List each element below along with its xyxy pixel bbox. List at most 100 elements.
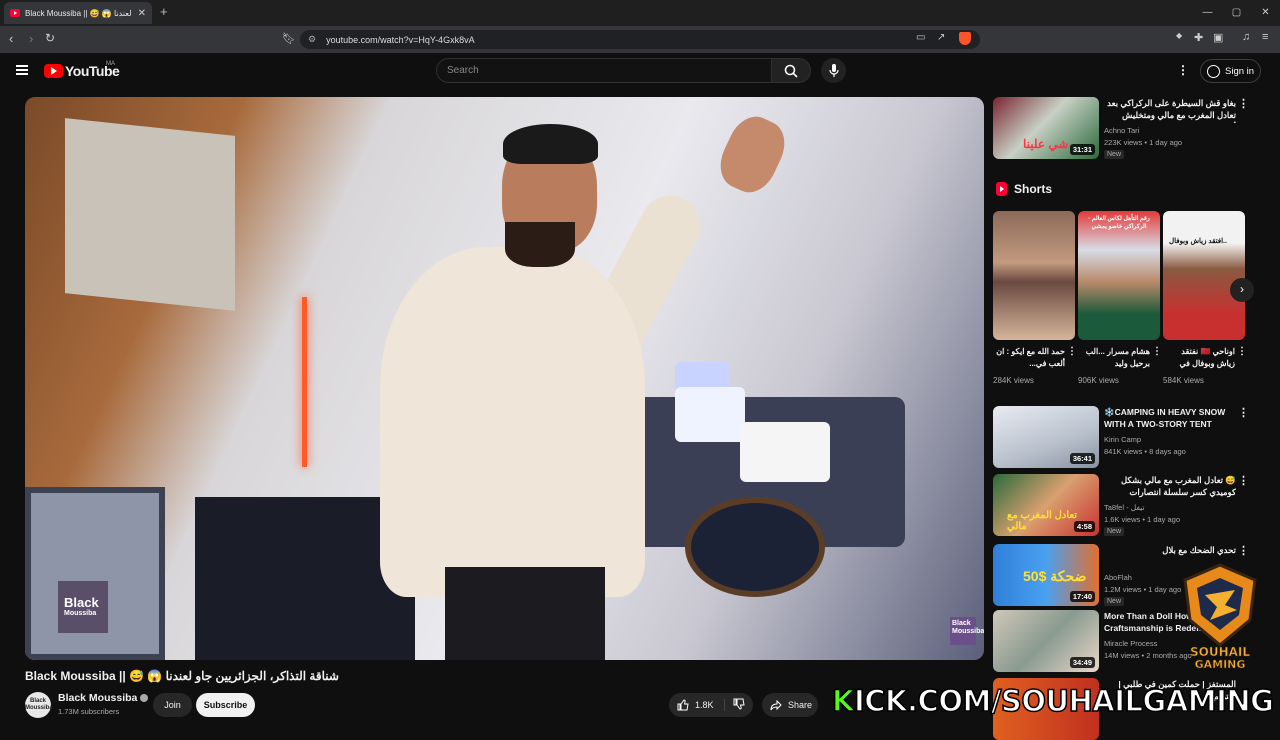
video-duration: 34:49 [1069, 657, 1095, 668]
join-button[interactable]: Join [153, 693, 192, 717]
related-channel[interactable]: Ta8fel - تيفل [1104, 503, 1145, 512]
video-duration: 31:31 [1069, 144, 1095, 155]
bookmark-icon[interactable]: 🔖︎ [282, 32, 296, 45]
settings-kebab-icon[interactable]: ⋮ [1177, 63, 1189, 77]
thumbs-up-icon [677, 699, 689, 711]
short-thumbnail[interactable]: رقم التأهل لكاس العالم · الركراكي خاصو ي… [1078, 211, 1160, 340]
site-info-icon[interactable]: ⚙ [308, 34, 316, 45]
channel-watermark: Black Moussiba [58, 581, 108, 633]
video-thumbnail[interactable]: 34:49 [993, 610, 1099, 672]
close-tab-icon[interactable]: ✕ [138, 8, 146, 19]
share-page-icon[interactable]: ↗ [937, 32, 945, 43]
search-input[interactable]: Search [436, 58, 772, 83]
url-field[interactable]: ⚙ youtube.com/watch?v=HqY-4Gxk8vA [300, 30, 980, 49]
logo-brand-line2: GAMING [1195, 658, 1246, 670]
new-tab-button[interactable]: + [160, 4, 168, 19]
hand [711, 108, 794, 201]
sidebar-icon[interactable]: ▣ [1213, 31, 1223, 44]
photo-board [65, 118, 235, 311]
short-item[interactable]: افتقد زياش وبوفال.. اوناحي 🇲🇦 نفتقد زياش… [1163, 211, 1247, 385]
back-icon[interactable]: ‹ [9, 31, 13, 46]
minimize-button[interactable]: — [1193, 0, 1222, 26]
brave-shield-icon[interactable] [959, 32, 971, 45]
short-title[interactable]: اوناحي 🇲🇦 نفتقد زياش وبوفال في [1163, 346, 1235, 370]
short-thumbnail[interactable] [993, 211, 1075, 340]
more-actions-icon[interactable]: ⋮ [1238, 97, 1249, 110]
related-video-title[interactable]: 😅 تعادل المغرب مع مالي بشكل كوميدي كسر س… [1104, 474, 1236, 500]
more-actions-icon[interactable]: ⋮ [1238, 544, 1249, 557]
related-video[interactable]: تعادل المغرب مع مالي 4:58 😅 تعادل المغرب… [993, 474, 1255, 538]
related-video-title[interactable]: ❄️CAMPING IN HEAVY SNOW WITH A TWO-STORY… [1104, 406, 1236, 430]
short-more-icon[interactable]: ⋮ [1067, 346, 1077, 357]
new-badge: New [1104, 527, 1125, 536]
cast-icon[interactable]: ▭ [916, 32, 925, 43]
extensions-icon[interactable]: ✚ [1194, 31, 1203, 44]
corner-channel-badge[interactable]: Black Moussiba [950, 617, 984, 645]
channel-avatar[interactable]: Black Moussiba [25, 692, 53, 718]
shorts-icon [996, 182, 1007, 196]
subscribe-button[interactable]: Subscribe [196, 693, 255, 717]
related-meta: 1.6K views • 1 day ago [1104, 515, 1181, 524]
video-duration: 17:40 [1069, 591, 1095, 602]
related-meta: 1.2M views • 1 day ago [1104, 585, 1182, 594]
short-title[interactable]: حمد الله مع ايكو : ان ألعب في... [993, 346, 1065, 370]
side-table [685, 497, 825, 597]
media-icon[interactable]: ♫ [1242, 31, 1250, 43]
video-duration: 4:58 [1073, 521, 1095, 532]
menu-icon[interactable]: ≡ [1262, 31, 1268, 43]
close-window-button[interactable]: ✕ [1251, 0, 1280, 26]
related-channel[interactable]: AboFlah [1104, 573, 1132, 582]
related-channel[interactable]: Kirin Camp [1104, 435, 1141, 444]
like-count: 1.8K [695, 700, 714, 710]
related-video[interactable]: 36:41 ❄️CAMPING IN HEAVY SNOW WITH A TWO… [993, 406, 1255, 470]
short-thumb-text: افتقد زياش وبوفال.. [1169, 238, 1227, 245]
short-more-icon[interactable]: ⋮ [1152, 346, 1162, 357]
video-thumbnail[interactable]: تعادل المغرب مع مالي 4:58 [993, 474, 1099, 536]
pants [445, 567, 605, 660]
watermark-line2: Moussiba [64, 610, 97, 617]
search-button[interactable] [771, 58, 811, 83]
related-video[interactable]: شي علينا 31:31 بغاو قش السيطرة على الركر… [993, 97, 1255, 161]
voice-search-button[interactable] [821, 58, 846, 83]
forward-icon[interactable]: › [29, 31, 33, 46]
sign-in-button[interactable]: Sign in [1200, 59, 1261, 83]
browser-tab[interactable]: Black Moussiba || 😅 😱 لعندنا ✕ [4, 2, 152, 24]
browser-tab-bar: Black Moussiba || 😅 😱 لعندنا ✕ + — ▢ ✕ [0, 0, 1280, 26]
related-channel[interactable]: Achno Tari [1104, 126, 1139, 135]
video-thumbnail[interactable]: 36:41 [993, 406, 1099, 468]
related-meta: 223K views • 1 day ago [1104, 138, 1183, 147]
kick-channel-overlay: KICK.COM/SOUHAILGAMING [831, 683, 1274, 719]
related-meta: 841K views • 8 days ago [1104, 447, 1186, 456]
related-channel[interactable]: Miracle Process [1104, 639, 1157, 648]
shorts-heading: Shorts [996, 182, 1052, 196]
share-button[interactable]: Share [762, 693, 818, 717]
shorts-next-button[interactable]: › [1230, 278, 1254, 302]
video-title: Black Moussiba || 😅 😱 شناقة التذاكر، الج… [25, 669, 339, 683]
youtube-logo[interactable]: YouTube MA [44, 61, 120, 79]
short-item[interactable]: رقم التأهل لكاس العالم · الركراكي خاصو ي… [1078, 211, 1162, 385]
video-player[interactable]: Black Moussiba Black Moussiba [25, 97, 984, 660]
kick-url: ICK.COM/SOUHAILGAMING [853, 683, 1274, 719]
short-more-icon[interactable]: ⋮ [1237, 346, 1247, 357]
channel-name[interactable]: Black Moussiba [58, 692, 149, 704]
subscriber-count: 1.73M subscribers [58, 707, 120, 716]
url-text: youtube.com/watch?v=HqY-4Gxk8vA [326, 34, 475, 45]
led-lamp [302, 297, 307, 467]
video-thumbnail[interactable]: ضحكة $50 17:40 [993, 544, 1099, 606]
hamburger-menu-icon[interactable] [16, 65, 28, 75]
short-item[interactable]: حمد الله مع ايكو : ان ألعب في... ⋮ 284K … [993, 211, 1077, 385]
more-actions-icon[interactable]: ⋮ [1238, 474, 1249, 487]
wallet-icon[interactable]: ◆ [1176, 31, 1182, 40]
related-video-title[interactable]: بغاو قش السيطرة على الركراكي بعد تعادل ا… [1104, 97, 1236, 123]
more-actions-icon[interactable]: ⋮ [1238, 406, 1249, 419]
dislike-button[interactable] [725, 698, 745, 712]
like-button[interactable]: 1.8K [669, 699, 725, 711]
maximize-button[interactable]: ▢ [1222, 0, 1251, 26]
short-views: 906K views [1078, 376, 1119, 385]
youtube-play-icon [44, 64, 63, 78]
video-thumbnail[interactable]: شي علينا 31:31 [993, 97, 1099, 159]
related-video-title[interactable]: تحدي الضحك مع بلال [1104, 544, 1236, 556]
reload-icon[interactable]: ↻ [45, 31, 55, 45]
short-title[interactable]: هشام مسرار ...الب برحيل وليد [1078, 346, 1150, 370]
short-thumbnail[interactable]: افتقد زياش وبوفال.. [1163, 211, 1245, 340]
